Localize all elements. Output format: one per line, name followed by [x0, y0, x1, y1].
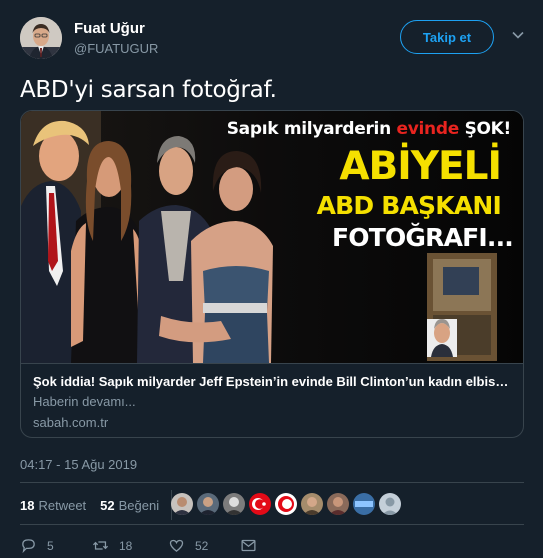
card-image-big-line2: ABD BAŞKANI — [316, 191, 502, 220]
divider — [20, 482, 524, 483]
tweet-actions: 5 18 52 — [20, 537, 267, 554]
author-info[interactable]: Fuat Uğur @FUATUGUR — [74, 20, 158, 58]
liker-avatar[interactable] — [197, 493, 219, 515]
author-handle[interactable]: @FUATUGUR — [74, 40, 158, 58]
link-card[interactable]: Sapık milyarderin evinde ŞOK! ABİYELİ AB… — [20, 110, 524, 438]
tweet-text: ABD'yi sarsan fotoğraf. — [20, 77, 277, 103]
follow-button[interactable]: Takip et — [400, 20, 494, 54]
tweet-timestamp[interactable]: 04:17 - 15 Ağu 2019 — [20, 457, 137, 472]
liker-avatar[interactable] — [327, 493, 349, 515]
like-action[interactable]: 52 — [168, 537, 240, 554]
like-count: 52 — [195, 538, 209, 553]
liker-avatar[interactable] — [171, 493, 193, 515]
liker-avatar[interactable] — [353, 493, 375, 515]
reply-action[interactable]: 5 — [20, 537, 92, 554]
likers-avatars — [171, 493, 405, 515]
retweets-label[interactable]: Retweet — [38, 498, 86, 513]
divider — [20, 524, 524, 525]
retweet-action[interactable]: 18 — [92, 537, 168, 554]
card-image-big-line3: FOTOĞRAFI... — [331, 223, 514, 252]
liker-avatar[interactable] — [223, 493, 245, 515]
reply-count: 5 — [47, 538, 54, 553]
liker-avatar[interactable] — [379, 493, 401, 515]
tweet-header: Fuat Uğur @FUATUGUR Takip et — [20, 17, 525, 61]
liker-avatar[interactable] — [275, 493, 297, 515]
reply-icon[interactable] — [20, 537, 37, 554]
card-body[interactable]: Şok iddia! Sapık milyarder Jeff Epstein’… — [21, 363, 523, 437]
retweet-icon[interactable] — [92, 537, 109, 554]
card-description: Haberin devamı... — [33, 394, 136, 409]
avatar[interactable] — [20, 17, 62, 59]
card-image-big-line1: ABİYELİ — [339, 144, 502, 189]
card-image[interactable]: Sapık milyarderin evinde ŞOK! ABİYELİ AB… — [21, 111, 523, 363]
headline-prefix: Sapık milyarderin — [226, 119, 397, 139]
message-icon[interactable] — [240, 537, 257, 554]
liker-avatar[interactable] — [301, 493, 323, 515]
headline-suffix: ŞOK! — [458, 119, 512, 139]
retweets-count[interactable]: 18 — [20, 498, 34, 513]
caret-down-icon[interactable] — [511, 28, 525, 42]
card-image-headline: Sapık milyarderin evinde ŞOK! — [191, 119, 512, 139]
author-display-name[interactable]: Fuat Uğur — [74, 20, 158, 38]
liker-avatar[interactable] — [249, 493, 271, 515]
likes-label[interactable]: Beğeni — [119, 498, 159, 513]
card-domain: sabah.com.tr — [33, 415, 109, 430]
card-title[interactable]: Şok iddia! Sapık milyarder Jeff Epstein’… — [33, 373, 511, 390]
headline-highlight: evinde — [396, 119, 460, 139]
tweet-stats: 18 Retweet 52 Beğeni — [20, 490, 173, 520]
message-action[interactable] — [240, 537, 267, 554]
likes-count[interactable]: 52 — [100, 498, 114, 513]
like-icon[interactable] — [168, 537, 185, 554]
retweet-count: 18 — [119, 538, 133, 553]
